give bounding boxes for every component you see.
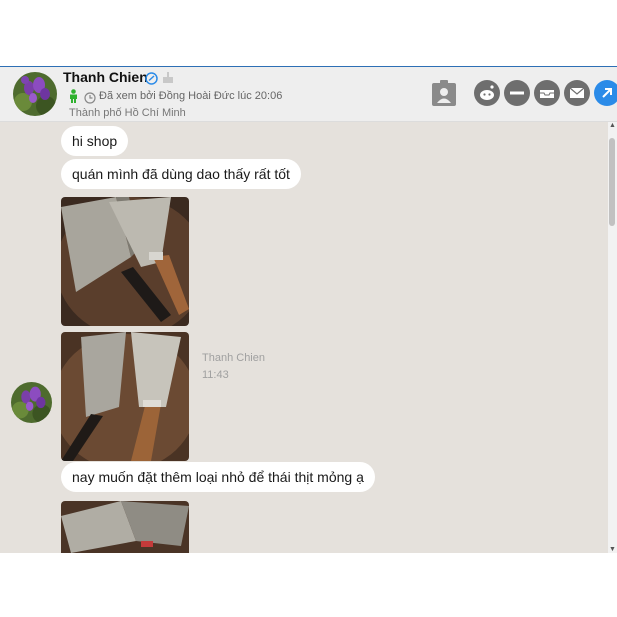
- verified-link-icon: [145, 72, 158, 90]
- reddit-button[interactable]: [474, 80, 500, 106]
- birthday-cake-icon: [162, 70, 174, 89]
- minimize-button[interactable]: [504, 80, 530, 106]
- scrollbar[interactable]: ▲ ▼: [608, 122, 617, 553]
- knife-photo[interactable]: [61, 197, 189, 326]
- share-button[interactable]: [594, 80, 617, 106]
- share-arrow-icon: [602, 88, 612, 98]
- contact-card-icon[interactable]: [431, 79, 457, 112]
- mail-icon: [569, 87, 585, 98]
- message-bubble[interactable]: hi shop: [61, 126, 129, 156]
- inbox-icon: [540, 90, 554, 98]
- scroll-down-arrow-icon[interactable]: ▼: [608, 546, 617, 553]
- contact-name[interactable]: Thanh Chien: [63, 69, 148, 85]
- chat-window: Thanh Chien Đã xem bởi Đồng Hoài Đức lúc…: [0, 66, 617, 553]
- reddit-icon: [480, 85, 494, 100]
- sender-avatar[interactable]: [11, 382, 52, 423]
- scroll-thumb[interactable]: [609, 138, 615, 226]
- inbox-button[interactable]: [534, 80, 560, 106]
- knife-photo[interactable]: [61, 332, 189, 461]
- chat-header: Thanh Chien Đã xem bởi Đồng Hoài Đức lúc…: [0, 67, 617, 122]
- scroll-up-arrow-icon[interactable]: ▲: [608, 122, 617, 129]
- message-list[interactable]: hi shop quán mình đã dùng dao thấy rất t…: [0, 122, 608, 553]
- knife-photo[interactable]: [61, 501, 189, 553]
- mail-button[interactable]: [564, 80, 590, 106]
- person-icon: [69, 89, 78, 108]
- avatar[interactable]: [13, 72, 57, 116]
- message-sender-name: Thanh Chien: [202, 352, 265, 364]
- contact-location: Thành phố Hồ Chí Minh: [69, 107, 186, 119]
- message-bubble[interactable]: nay muốn đặt thêm loại nhỏ để thái thịt …: [61, 462, 375, 492]
- seen-status: Đã xem bởi Đồng Hoài Đức lúc 20:06: [99, 90, 283, 102]
- message-timestamp: 11:43: [202, 369, 229, 381]
- minus-icon: [510, 91, 524, 95]
- message-bubble[interactable]: quán mình đã dùng dao thấy rất tốt: [61, 159, 301, 189]
